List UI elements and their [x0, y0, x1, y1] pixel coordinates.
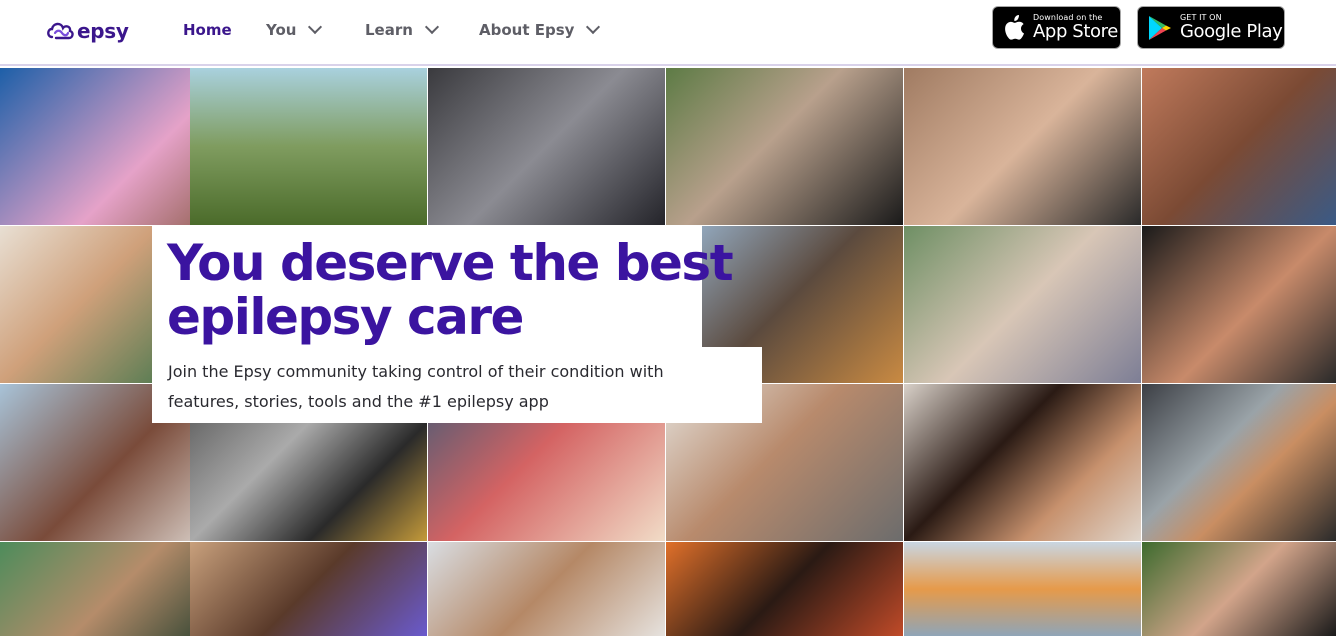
google-play-icon: [1149, 15, 1171, 40]
community-photo: [1142, 226, 1336, 383]
community-photo: [428, 542, 665, 636]
nav-learn-label: Learn: [365, 21, 413, 39]
epsy-logo[interactable]: epsy: [46, 18, 129, 44]
brand-name: epsy: [77, 19, 129, 43]
community-photo: [666, 542, 903, 636]
app-store-big-text: App Store: [1033, 21, 1118, 42]
nav-about-label: About Epsy: [479, 21, 575, 39]
hero-headline-line2: epilepsy care: [167, 288, 524, 346]
nav-home-link[interactable]: Home: [183, 21, 232, 39]
chevron-down-icon: [424, 19, 440, 35]
hero-headline: You deserve the best epilepsy care: [167, 234, 734, 346]
google-play-big-text: Google Play: [1180, 21, 1283, 42]
community-photo: [190, 68, 427, 225]
top-navigation: epsy Home You Learn About Epsy Download …: [0, 0, 1336, 66]
google-play-button[interactable]: GET IT ON Google Play: [1137, 6, 1285, 49]
community-photo: [1142, 542, 1336, 636]
nav-learn-dropdown[interactable]: Learn: [365, 19, 440, 39]
hero-subtext: Join the Epsy community taking control o…: [168, 357, 748, 417]
chevron-down-icon: [308, 19, 323, 35]
community-photo: [190, 542, 427, 636]
apple-icon: [1005, 14, 1024, 40]
community-photo: [904, 542, 1141, 636]
nav-home-label: Home: [183, 21, 232, 39]
community-photo: [666, 68, 903, 225]
community-photo: [904, 68, 1141, 225]
nav-you-label: You: [266, 21, 297, 39]
epsy-logo-icon: [47, 22, 74, 40]
hero-subtext-line2: features, stories, tools and the #1 epil…: [168, 392, 549, 411]
hero-headline-line1: You deserve the best: [167, 234, 734, 292]
nav-about-dropdown[interactable]: About Epsy: [479, 19, 601, 39]
community-photo: [1142, 68, 1336, 225]
community-photo: [904, 226, 1141, 383]
nav-you-dropdown[interactable]: You: [266, 19, 323, 39]
hero-subtext-line1: Join the Epsy community taking control o…: [168, 362, 664, 381]
community-photo: [1142, 384, 1336, 541]
chevron-down-icon: [586, 19, 601, 35]
app-store-button[interactable]: Download on the App Store: [992, 6, 1121, 49]
community-photo: [428, 68, 665, 225]
community-photo: [904, 384, 1141, 541]
